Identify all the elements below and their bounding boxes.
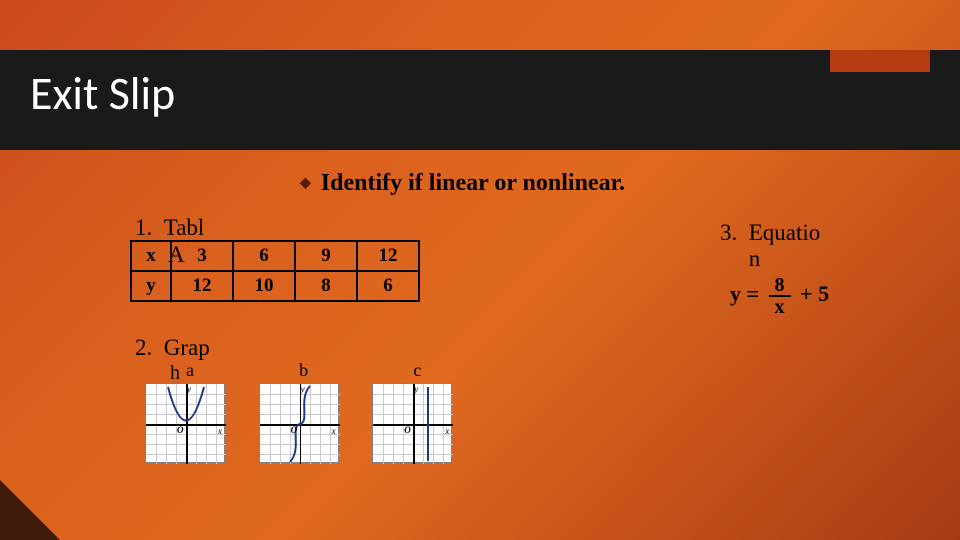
- cell: 3: [171, 241, 233, 271]
- graph-c: c yxO: [372, 360, 452, 463]
- corner-accent-icon: [0, 480, 60, 540]
- instruction-text: Identify if linear or nonlinear.: [321, 170, 625, 196]
- cell: 8: [295, 271, 357, 301]
- graph-b: b yxO: [259, 360, 339, 463]
- equation-numerator: 8: [769, 275, 791, 297]
- bullet-icon: ◆: [300, 176, 311, 191]
- cubic-icon: [260, 384, 340, 464]
- mini-graph-a: yxO: [145, 383, 225, 463]
- page-title: Exit Slip: [30, 66, 175, 122]
- cell: 12: [171, 271, 233, 301]
- q2-number: 2.: [135, 335, 152, 360]
- cell: 10: [233, 271, 295, 301]
- accent-strip: [830, 50, 930, 72]
- cell: 6: [357, 271, 419, 301]
- slide: Exit Slip ◆ Identify if linear or nonline…: [0, 0, 960, 540]
- graph-label: c: [382, 360, 452, 381]
- equation-lhs: y =: [730, 281, 759, 306]
- q3-label-text: Equatio: [749, 220, 821, 245]
- q2-heading: 2. Grap: [135, 335, 210, 361]
- row-header: x: [131, 241, 171, 271]
- table-row: x 3 6 9 12: [131, 241, 419, 271]
- q2-label-text: Grap: [164, 335, 210, 360]
- mini-graph-c: yxO: [372, 383, 452, 463]
- equation-fraction: 8 x: [769, 275, 791, 317]
- xy-table: x 3 6 9 12 y 12 10 8 6: [130, 240, 420, 302]
- parabola-icon: [146, 384, 226, 464]
- cell: 12: [357, 241, 419, 271]
- equation: y = 8 x + 5: [730, 275, 910, 317]
- vertical-line-icon: [373, 384, 453, 464]
- q3-sublabel: n: [749, 246, 761, 271]
- cell: 6: [233, 241, 295, 271]
- mini-graph-b: yxO: [259, 383, 339, 463]
- graph-label: a: [155, 360, 225, 381]
- content-area: ◆ Identify if linear or nonlinear. 1. Tab…: [0, 160, 960, 540]
- q3-number: 3.: [720, 220, 737, 245]
- data-table: x 3 6 9 12 y 12 10 8 6: [130, 240, 420, 302]
- equation-tail: + 5: [800, 281, 829, 306]
- q1-number: 1.: [135, 215, 152, 240]
- graph-a: a yxO: [145, 360, 225, 463]
- graph-label: b: [269, 360, 339, 381]
- graph-row: a yxO b yxO: [145, 360, 482, 463]
- q1-label-text: Tabl: [164, 215, 205, 240]
- row-header: y: [131, 271, 171, 301]
- instruction-line: ◆ Identify if linear or nonlinear.: [300, 170, 625, 197]
- q1-heading: 1. Tabl: [135, 215, 204, 241]
- q3-heading: 3. Equatio n: [720, 220, 900, 272]
- cell: 9: [295, 241, 357, 271]
- equation-denominator: x: [769, 297, 791, 317]
- table-row: y 12 10 8 6: [131, 271, 419, 301]
